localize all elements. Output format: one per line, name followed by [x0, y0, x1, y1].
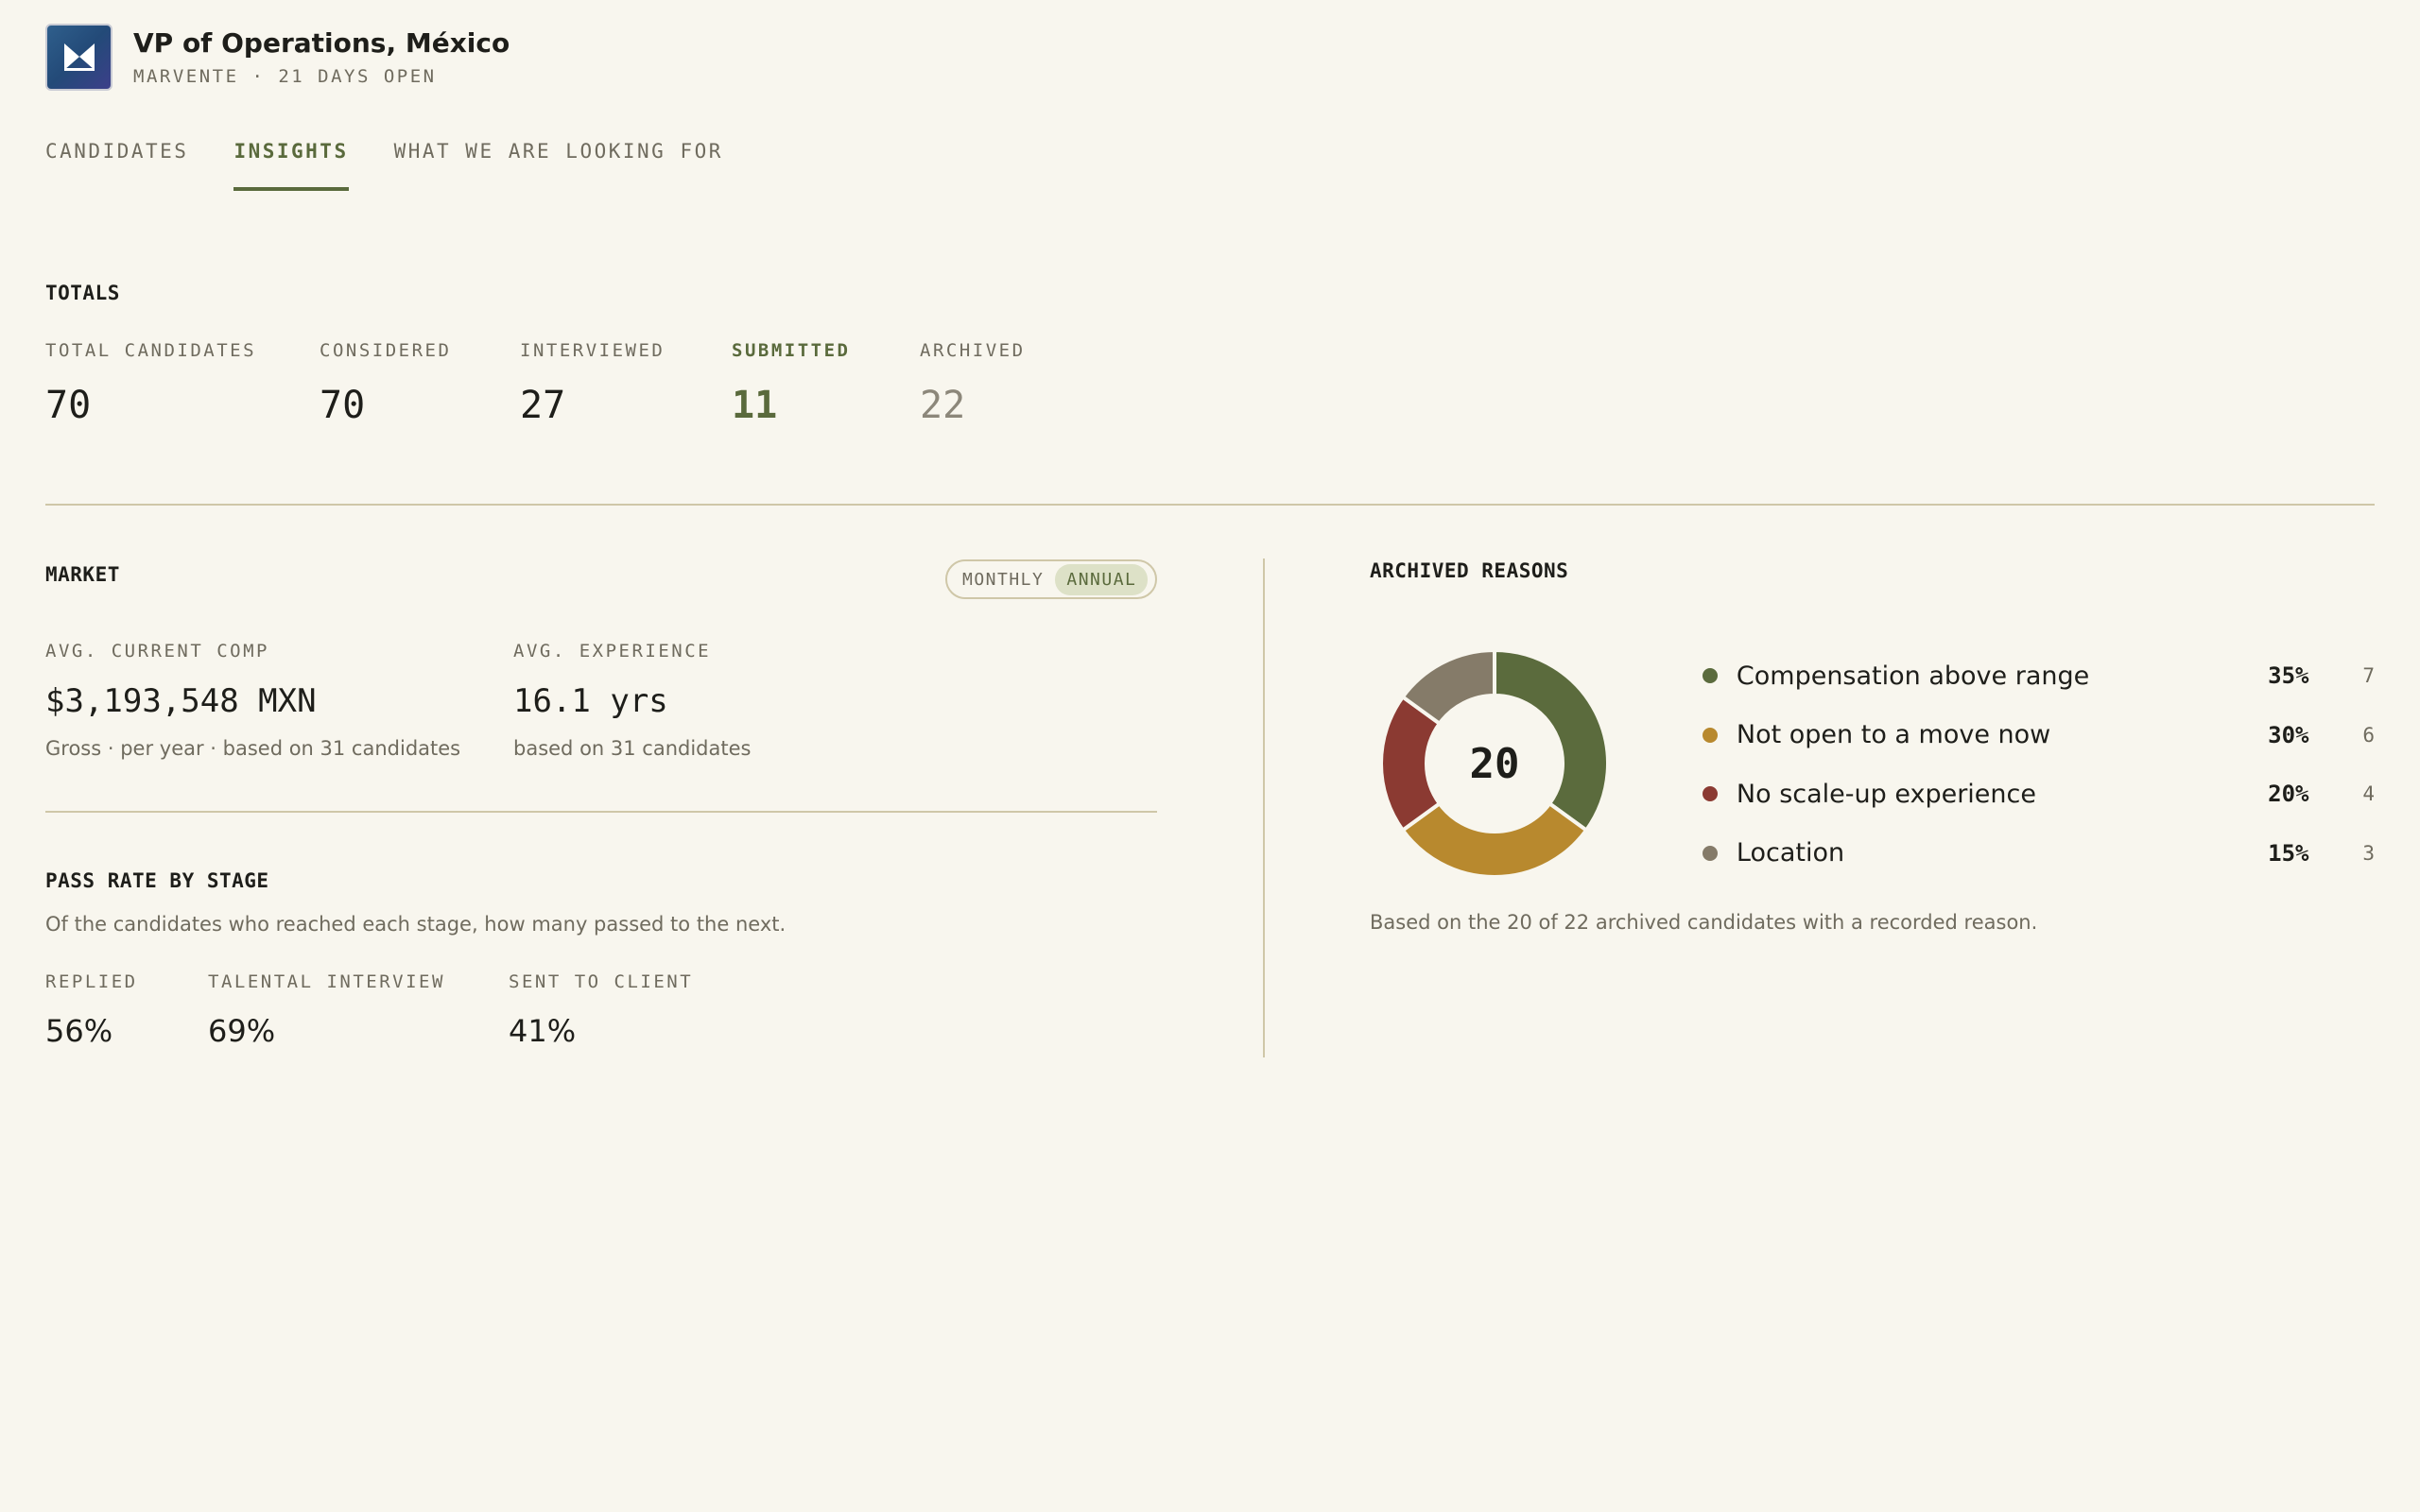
- stat-label: TOTAL CANDIDATES: [45, 340, 257, 361]
- tab-what-we-are-looking-for[interactable]: WHAT WE ARE LOOKING FOR: [394, 140, 723, 191]
- totals-section: TOTALS TOTAL CANDIDATES 70 CONSIDERED 70…: [45, 282, 1071, 427]
- stat-archived: ARCHIVED 22: [920, 340, 1071, 427]
- stage-value: 69%: [208, 1013, 276, 1049]
- avg-comp: AVG. CURRENT COMP $3,193,548 MXN Gross ·…: [45, 641, 513, 760]
- avg-comp-value: $3,193,548 MXN: [45, 682, 317, 720]
- legend-dot: [1703, 845, 1718, 861]
- stat-label: CONSIDERED: [320, 340, 452, 361]
- legend-count: 3: [2362, 841, 2376, 865]
- stat-label: ARCHIVED: [920, 340, 1026, 361]
- legend-label: Compensation above range: [1736, 661, 2090, 691]
- stat-value: 70: [45, 384, 92, 427]
- legend-pct: 15%: [2268, 839, 2309, 867]
- archived-note: Based on the 20 of 22 archived candidate…: [1370, 911, 2038, 934]
- legend-dot: [1703, 786, 1718, 802]
- legend-row: Not open to a move now 30% 6: [1703, 706, 2375, 765]
- legend-label: No scale-up experience: [1736, 779, 2036, 809]
- period-toggle[interactable]: MONTHLY ANNUAL: [945, 559, 1157, 599]
- legend-row: Compensation above range 35% 7: [1703, 646, 2375, 706]
- stage-replied: REPLIED 56%: [45, 971, 208, 1049]
- legend-row: Location 15% 3: [1703, 824, 2375, 884]
- legend-pct: 20%: [2268, 781, 2309, 808]
- stat-label: INTERVIEWED: [520, 340, 666, 361]
- legend-dot: [1703, 727, 1718, 743]
- tab-insights[interactable]: INSIGHTS: [233, 140, 349, 191]
- stage-value: 56%: [45, 1013, 113, 1049]
- archived-reasons-section: ARCHIVED REASONS 20 Compensation above r…: [1370, 559, 2375, 934]
- legend-label: Not open to a move now: [1736, 720, 2051, 750]
- legend-row: No scale-up experience 20% 4: [1703, 765, 2375, 824]
- legend-pct: 35%: [2268, 662, 2309, 690]
- legend-count: 4: [2362, 782, 2376, 806]
- legend-count: 6: [2362, 723, 2376, 747]
- stat-label: SUBMITTED: [732, 340, 851, 361]
- stat-considered: CONSIDERED 70: [320, 340, 520, 427]
- archived-donut-chart: 20: [1370, 639, 1619, 888]
- pass-rate-description: Of the candidates who reached each stage…: [45, 913, 786, 936]
- market-divider: [45, 811, 1157, 813]
- company-logo-icon: [63, 43, 95, 71]
- stage-sent-to-client: SENT TO CLIENT 41%: [509, 971, 698, 1049]
- column-divider: [1263, 558, 1265, 1057]
- totals-row: TOTAL CANDIDATES 70 CONSIDERED 70 INTERV…: [45, 340, 1071, 427]
- stat-value: 22: [920, 384, 966, 427]
- donut-center-total: 20: [1469, 739, 1520, 788]
- stage-label: REPLIED: [45, 971, 138, 992]
- pass-rate-section: PASS RATE BY STAGE Of the candidates who…: [45, 869, 786, 1049]
- stat-value: 11: [732, 384, 778, 427]
- company-logo: [45, 23, 112, 91]
- job-subtitle: MARVENTE · 21 DAYS OPEN: [133, 66, 437, 87]
- stat-value: 70: [320, 384, 366, 427]
- avg-comp-label: AVG. CURRENT COMP: [45, 641, 269, 662]
- job-title-block: VP of Operations, México MARVENTE · 21 D…: [133, 26, 510, 87]
- section-divider: [45, 504, 2375, 506]
- stat-total-candidates: TOTAL CANDIDATES 70: [45, 340, 320, 427]
- avg-experience-value: 16.1 yrs: [513, 682, 668, 720]
- stat-value: 27: [520, 384, 566, 427]
- toggle-annual[interactable]: ANNUAL: [1055, 563, 1149, 595]
- pass-rate-row: REPLIED 56% TALENTAL INTERVIEW 69% SENT …: [45, 971, 786, 1049]
- stage-value: 41%: [509, 1013, 577, 1049]
- market-section: MARKET MONTHLY ANNUAL AVG. CURRENT COMP …: [45, 559, 1157, 760]
- legend-label: Location: [1736, 838, 1845, 868]
- tab-candidates[interactable]: CANDIDATES: [45, 140, 188, 191]
- legend-count: 7: [2362, 664, 2376, 688]
- avg-experience-label: AVG. EXPERIENCE: [513, 641, 712, 662]
- market-row: AVG. CURRENT COMP $3,193,548 MXN Gross ·…: [45, 641, 1157, 760]
- page-header: VP of Operations, México MARVENTE · 21 D…: [45, 23, 510, 91]
- legend-pct: 30%: [2268, 721, 2309, 748]
- legend-dot: [1703, 668, 1718, 684]
- pass-rate-heading: PASS RATE BY STAGE: [45, 869, 269, 892]
- stat-interviewed: INTERVIEWED 27: [520, 340, 732, 427]
- stat-submitted: SUBMITTED 11: [732, 340, 920, 427]
- archived-reasons-heading: ARCHIVED REASONS: [1370, 559, 1569, 582]
- totals-heading: TOTALS: [45, 282, 120, 304]
- stage-talental-interview: TALENTAL INTERVIEW 69%: [208, 971, 509, 1049]
- archived-legend: Compensation above range 35% 7 Not open …: [1703, 646, 2375, 883]
- toggle-monthly[interactable]: MONTHLY: [951, 564, 1055, 595]
- stage-label: SENT TO CLIENT: [509, 971, 694, 992]
- tab-bar: CANDIDATES INSIGHTS WHAT WE ARE LOOKING …: [45, 140, 769, 191]
- job-title: VP of Operations, México: [133, 27, 510, 59]
- avg-experience-note: based on 31 candidates: [513, 737, 752, 760]
- stage-label: TALENTAL INTERVIEW: [208, 971, 445, 992]
- avg-comp-note: Gross · per year · based on 31 candidate…: [45, 737, 461, 760]
- avg-experience: AVG. EXPERIENCE 16.1 yrs based on 31 can…: [513, 641, 891, 760]
